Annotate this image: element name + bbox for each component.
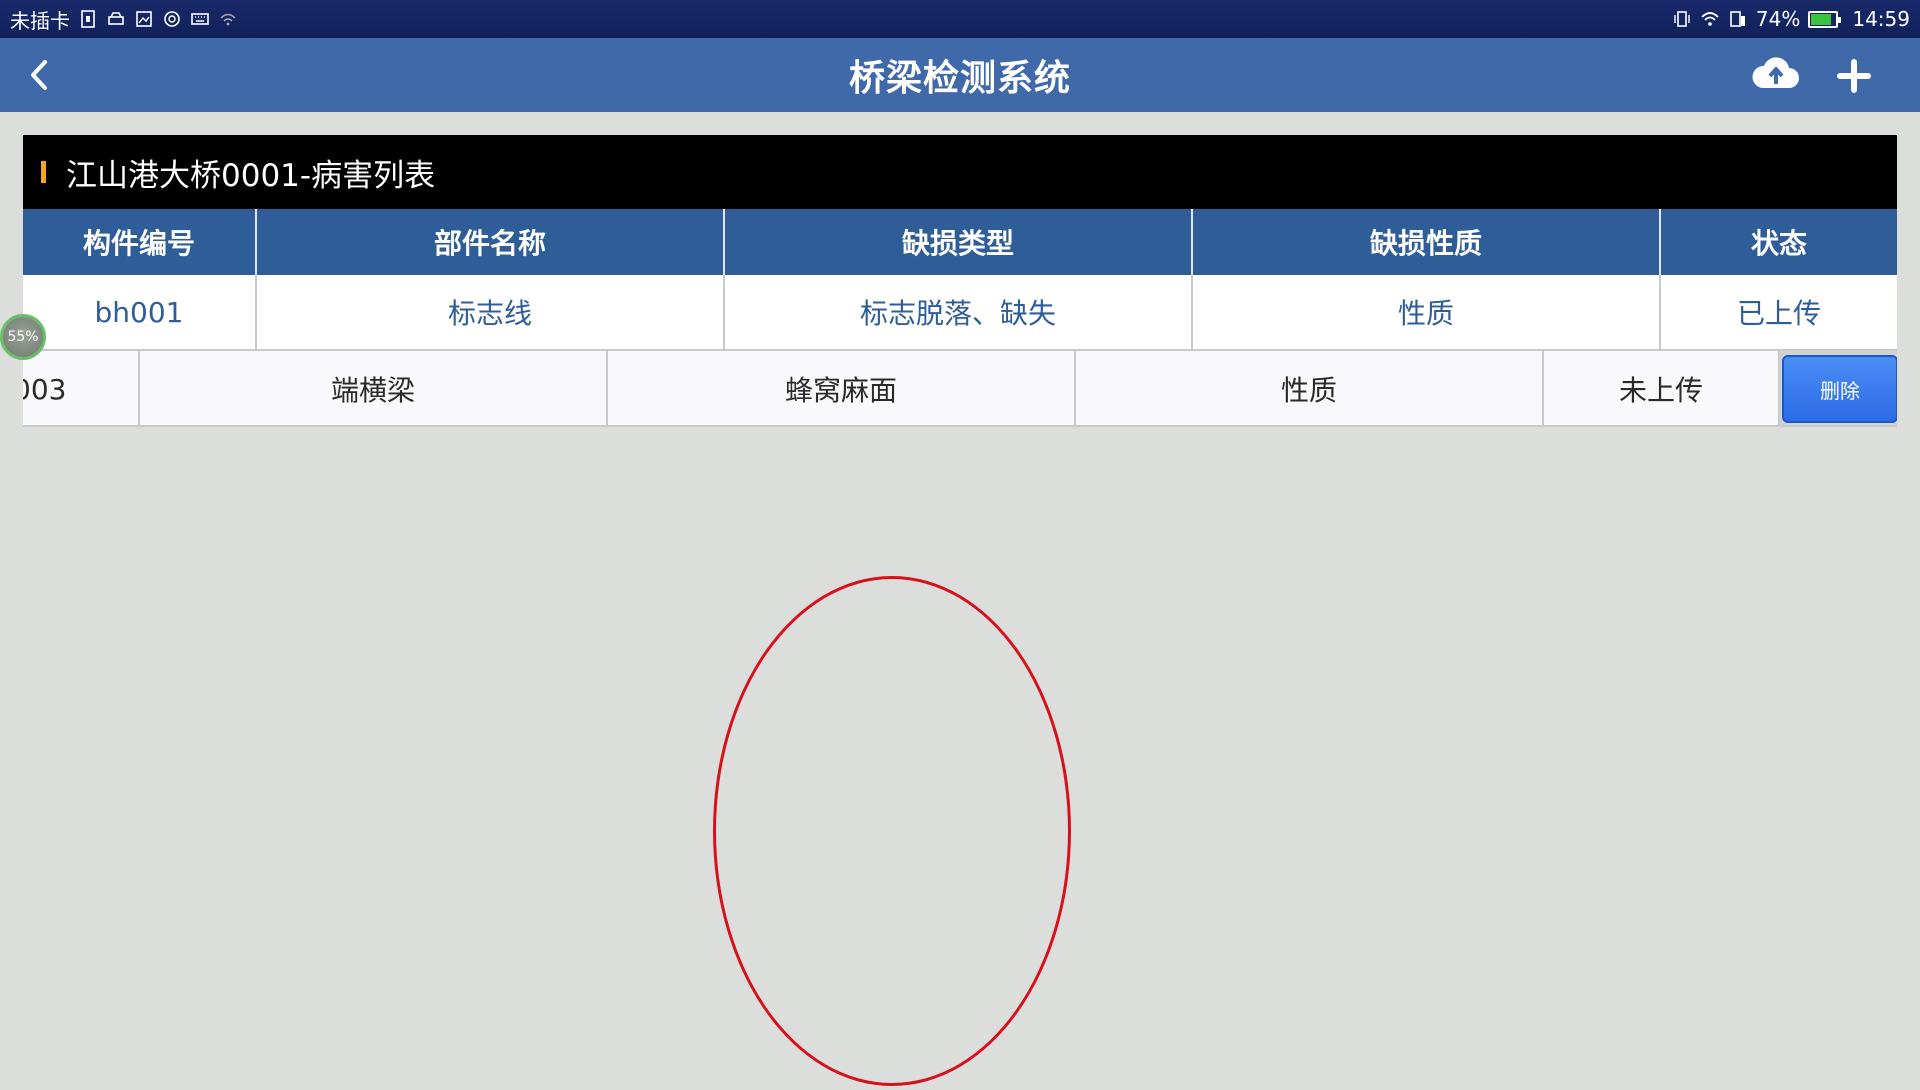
delete-button[interactable]: 删除 [1782,355,1897,423]
cell-component-id: bh003 [23,351,140,425]
cell-defect-nature: 性质 [1193,275,1661,349]
cell-status: 未上传 [1544,351,1780,425]
app-bar: 桥梁检测系统 [0,38,1920,112]
carrier-label: 未插卡 [10,8,70,33]
table-row-swiped[interactable]: bh003 端横梁 蜂窝麻面 性质 未上传 删除 [23,351,1897,427]
status-bar: 未插卡 74% 14:59 [0,0,1920,38]
upload-button[interactable] [1748,50,1804,98]
delete-action-area: 删除 [1780,351,1897,425]
accent-bar [41,161,46,183]
header-defect-type: 缺损类型 [725,209,1193,275]
image-icon [134,9,154,29]
wifi-question-icon [218,9,238,29]
swiped-row-content: bh003 端横梁 蜂窝麻面 性质 未上传 删除 [23,351,1897,425]
app-title: 桥梁检测系统 [848,58,1071,99]
progress-value: 55% [7,329,39,345]
section-header: 江山港大桥0001-病害列表 [23,135,1897,209]
cell-part-name: 端横梁 [140,351,608,425]
status-bar-left: 未插卡 [10,5,238,34]
add-button[interactable] [1830,52,1878,100]
header-part-name: 部件名称 [257,209,725,275]
status-bar-right: 74% 14:59 [1672,7,1910,31]
cell-defect-type: 标志脱落、缺失 [725,275,1193,349]
clock: 14:59 [1852,7,1910,31]
cell-defect-nature: 性质 [1076,351,1544,425]
header-component-id: 构件编号 [23,209,257,275]
chevron-left-icon [31,60,47,90]
table-header: 构件编号 部件名称 缺损类型 缺损性质 状态 [23,209,1897,275]
table-row[interactable]: bh001 标志线 标志脱落、缺失 性质 已上传 [23,275,1897,351]
sim-icon [78,9,98,29]
cell-defect-type: 蜂窝麻面 [608,351,1076,425]
annotation-circle [713,576,1071,1086]
vibrate-icon [1672,9,1692,29]
plus-icon [1837,59,1871,93]
cell-component-id: bh001 [23,275,257,349]
section-title: 江山港大桥0001-病害列表 [66,157,436,194]
battery-percent: 74% [1755,7,1801,31]
header-defect-nature: 缺损性质 [1193,209,1661,275]
defect-table: 构件编号 部件名称 缺损类型 缺损性质 状态 bh001 标志线 标志脱落、缺失… [23,209,1897,427]
phone-data-icon [1728,9,1748,29]
wifi-icon [1700,9,1720,29]
cell-part-name: 标志线 [257,275,725,349]
battery-icon [1808,10,1842,28]
keyboard-icon [190,9,210,29]
cell-status: 已上传 [1736,297,1821,330]
app-icon [162,9,182,29]
progress-badge[interactable]: 55% [0,314,46,360]
cloud-upload-icon [1752,57,1799,88]
back-button[interactable] [18,54,60,96]
car-icon [106,9,126,29]
header-status: 状态 [1750,227,1807,260]
